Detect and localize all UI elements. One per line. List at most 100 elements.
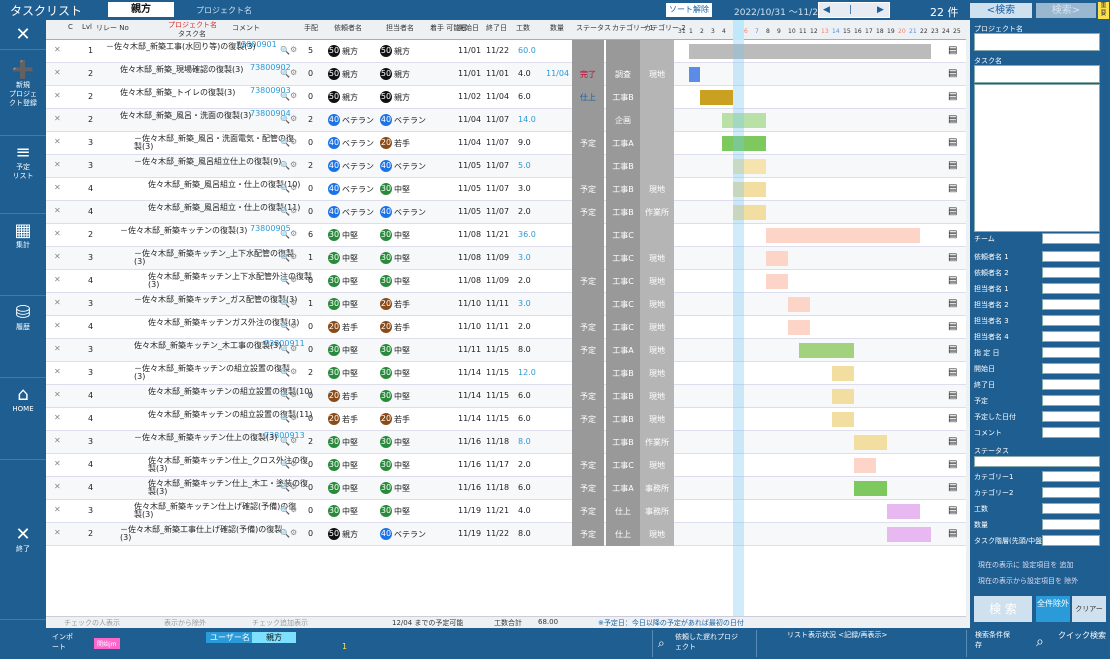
table-row[interactable]: ✕ 2 73800903 佐々木邸_新築_トイレの復製(3) 🔍 ⚙ 0 50 親方 50 親方 11… (46, 86, 966, 109)
delete-icon[interactable]: ✕ (54, 91, 61, 100)
search-icon[interactable]: 🔍 (280, 437, 290, 446)
gear-icon[interactable]: ⚙ (290, 68, 297, 77)
clear-button[interactable]: クリアー (1072, 596, 1106, 622)
gantt-bar[interactable] (799, 343, 854, 358)
category2-cell[interactable]: 事務所 (640, 500, 674, 523)
table-row[interactable]: ✕ 3 －佐々木邸_新築キッチン_ガス配管の復製(3) 🔍 ⚙ 1 30 中堅 20 若手 11/1… (46, 293, 966, 316)
category1-cell[interactable]: 調査 (606, 63, 640, 86)
category1-cell[interactable]: 工事B (606, 408, 640, 431)
memo-icon[interactable]: ▤ (948, 229, 957, 240)
gear-icon[interactable]: ⚙ (290, 45, 297, 54)
gantt-bar[interactable] (700, 90, 733, 105)
header-status[interactable]: ステータス (576, 23, 611, 33)
gear-icon[interactable]: ⚙ (290, 528, 297, 537)
status-cell[interactable]: 計画 (572, 40, 604, 63)
category2-cell[interactable]: 現地 (640, 293, 674, 316)
category2-cell[interactable]: 現地 (640, 385, 674, 408)
category2-cell[interactable]: 現地 (640, 408, 674, 431)
category1-cell[interactable]: 工事B (606, 178, 640, 201)
search-icon[interactable]: 🔍 (280, 414, 290, 423)
category2-cell[interactable]: 作業所 (640, 431, 674, 454)
table-row[interactable]: ✕ 2 －佐々木邸_新築工事仕上げ確認(予備)の復製(3) 🔍 ⚙ 0 50 親方 40 ベテラン… (46, 523, 966, 546)
header-start[interactable]: 開始日 (458, 23, 479, 33)
status-cell[interactable]: 予定 (572, 454, 604, 477)
header-end[interactable]: 終了日 (486, 23, 507, 33)
gear-icon[interactable]: ⚙ (290, 367, 297, 376)
search-icon[interactable]: 🔍 (280, 138, 290, 147)
status-cell[interactable]: 予定 (572, 500, 604, 523)
user-chip[interactable]: 親方 (108, 2, 174, 17)
task-name[interactable]: －佐々木邸_新築キッチン仕上の復製(3) (134, 434, 299, 442)
input-asg3[interactable] (1042, 315, 1100, 326)
gear-icon[interactable]: ⚙ (290, 183, 297, 192)
input-plan[interactable] (1042, 395, 1100, 406)
gear-icon[interactable]: ⚙ (290, 160, 297, 169)
memo-icon[interactable]: ▤ (948, 298, 957, 309)
option-exclude[interactable]: 現在の表示から設定項目を 除外 (978, 576, 1078, 586)
sidebar-item-0[interactable]: ✕ (0, 20, 46, 50)
search-tab-next[interactable]: 検索> (1036, 3, 1096, 18)
delete-icon[interactable]: ✕ (54, 367, 61, 376)
search-icon[interactable]: 🔍 (280, 483, 290, 492)
import-button[interactable]: インポート (52, 632, 78, 652)
gear-icon[interactable]: ⚙ (290, 413, 297, 422)
gantt-bar[interactable] (722, 113, 766, 128)
memo-icon[interactable]: ▤ (948, 160, 957, 171)
status-cell[interactable]: 予定 (572, 385, 604, 408)
gantt-bar[interactable] (766, 274, 788, 289)
status-cell[interactable]: 予定 (572, 132, 604, 155)
table-row[interactable]: ✕ 3 －佐々木邸_新築キッチンの組立設置の復製(3) 🔍 ⚙ 2 30 中堅 30 中堅 11/1… (46, 362, 966, 385)
table-row[interactable]: ✕ 3 73800913 －佐々木邸_新築キッチン仕上の復製(3) 🔍 ⚙ 2 30 中堅 30 中… (46, 431, 966, 454)
search-icon[interactable]: 🔍 (280, 253, 290, 262)
category1-cell[interactable]: 工事B (606, 362, 640, 385)
sort-clear-button[interactable]: ソート解除 (666, 3, 712, 17)
task-name[interactable]: －佐々木邸_新築_風呂組立仕上の復製(9) (134, 158, 299, 166)
delete-icon[interactable]: ✕ (54, 183, 61, 192)
gear-icon[interactable]: ⚙ (290, 206, 297, 215)
gear-icon[interactable]: ⚙ (290, 137, 297, 146)
task-name[interactable]: 佐々木邸_新築キッチン仕上げ確認(予備)の復製(3) (134, 503, 299, 519)
gantt-bar[interactable] (788, 320, 810, 335)
memo-icon[interactable]: ▤ (948, 482, 957, 493)
table-row[interactable]: ✕ 4 佐々木邸_新築キッチンガス外注の復製(3) 🔍 ⚙ 0 20 若手 20 若手 11/10 1… (46, 316, 966, 339)
gear-icon[interactable]: ⚙ (290, 91, 297, 100)
task-name[interactable]: －佐々木邸_新築_風呂・洗面電気・配管の復製(3) (134, 135, 299, 151)
memo-icon[interactable]: ▤ (948, 528, 957, 539)
input-man[interactable] (1042, 503, 1100, 514)
input-asg1[interactable] (1042, 283, 1100, 294)
input-planned_date[interactable] (1042, 411, 1100, 422)
search-icon[interactable]: 🔍 (280, 276, 290, 285)
input-start[interactable] (1042, 363, 1100, 374)
category1-cell[interactable]: 企画 (606, 109, 640, 132)
category1-cell[interactable]: 工事A (606, 339, 640, 362)
header-req[interactable]: 依頼者名 (334, 23, 362, 33)
search-icon[interactable]: 🔍 (280, 207, 290, 216)
gantt-bar[interactable] (689, 44, 931, 59)
gear-icon[interactable]: ⚙ (290, 114, 297, 123)
delete-icon[interactable]: ✕ (54, 459, 61, 468)
search-icon[interactable]: 🔍 (280, 299, 290, 308)
header-relay[interactable]: リレー No (96, 23, 129, 33)
header-man[interactable]: 工数 (516, 23, 530, 33)
memo-icon[interactable]: ▤ (948, 459, 957, 470)
input-struct[interactable] (1042, 535, 1100, 546)
gantt-bar[interactable] (854, 481, 887, 496)
table-row[interactable]: ✕ 4 佐々木邸_新築キッチン仕上_木工・塗装の復製(3) 🔍 ⚙ 0 30 中堅 30 中堅 11… (46, 477, 966, 500)
search-icon[interactable]: 🔍 (280, 184, 290, 193)
task-name[interactable]: －佐々木邸_新築工事(水回り等)の復製(3) (106, 43, 271, 51)
delete-icon[interactable]: ✕ (54, 298, 61, 307)
late-projects-button[interactable]: 依頼した遅れプロジェクト (652, 630, 744, 657)
header-comment[interactable]: コメント (232, 23, 260, 33)
table-row[interactable]: ✕ 4 佐々木邸_新築キッチン上下水配管外注の復製(3) 🔍 ⚙ 0 30 中堅 30 中堅 11/… (46, 270, 966, 293)
category2-cell[interactable] (640, 109, 674, 132)
category2-cell[interactable]: 現地 (640, 63, 674, 86)
search-icon[interactable]: 🔍 (280, 115, 290, 124)
delete-icon[interactable]: ✕ (54, 321, 61, 330)
gear-icon[interactable]: ⚙ (290, 275, 297, 284)
category1-cell[interactable]: 工事C (606, 270, 640, 293)
table-row[interactable]: ✕ 3 －佐々木邸_新築_風呂組立仕上の復製(9) 🔍 ⚙ 2 40 ベテラン 40 ベテラン 11… (46, 155, 966, 178)
status-cell[interactable]: 計画 (572, 224, 604, 247)
table-row[interactable]: ✕ 4 佐々木邸_新築_風呂組立・仕上の復製(11) 🔍 ⚙ 0 40 ベテラン 40 ベテラン 1… (46, 201, 966, 224)
delete-icon[interactable]: ✕ (54, 229, 61, 238)
table-row[interactable]: ✕ 1 73800901 －佐々木邸_新築工事(水回り等)の復製(3) 🔍 ⚙ 5 50 親方 5… (46, 40, 966, 63)
